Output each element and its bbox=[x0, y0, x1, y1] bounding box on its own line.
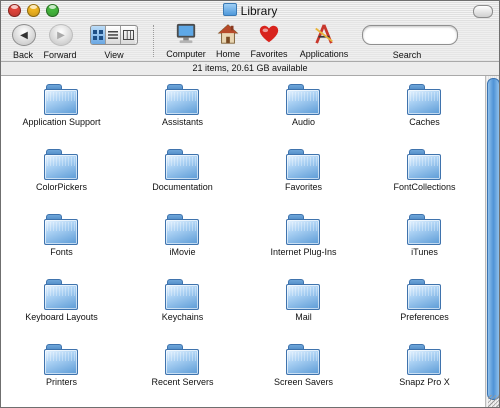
resize-grip[interactable] bbox=[488, 395, 499, 407]
folder-item[interactable]: Favorites bbox=[243, 141, 364, 206]
folder-item[interactable]: Application Support bbox=[1, 76, 122, 141]
heart-icon bbox=[259, 25, 279, 43]
computer-button[interactable]: Computer bbox=[166, 23, 206, 59]
folder-item[interactable]: ColorPickers bbox=[1, 141, 122, 206]
folder-icon bbox=[165, 149, 199, 180]
view-label: View bbox=[104, 50, 124, 60]
folder-label: Favorites bbox=[284, 182, 322, 192]
view-control: View bbox=[90, 25, 138, 60]
folder-icon bbox=[286, 149, 320, 180]
folder-icon bbox=[286, 84, 320, 115]
home-button[interactable]: Home bbox=[216, 23, 240, 59]
folder-icon bbox=[286, 279, 320, 310]
folder-icon bbox=[44, 214, 78, 245]
folder-icon bbox=[407, 214, 441, 245]
icon-grid: Application Support Assistants Audio Cac… bbox=[1, 76, 485, 401]
folder-icon bbox=[407, 279, 441, 310]
folder-item[interactable]: Assistants bbox=[122, 76, 243, 141]
status-text: 21 items, 20.61 GB available bbox=[192, 63, 308, 73]
forward-arrow-icon: ▶ bbox=[49, 24, 73, 46]
folder-label: Snapz Pro X bbox=[399, 377, 450, 387]
folder-content-area: Application Support Assistants Audio Cac… bbox=[1, 76, 485, 407]
folder-label: Screen Savers bbox=[273, 377, 334, 387]
folder-label: Mail bbox=[295, 312, 312, 322]
applications-label: Applications bbox=[299, 49, 349, 59]
folder-item[interactable]: Keychains bbox=[122, 271, 243, 336]
folder-label: Keyboard Layouts bbox=[25, 312, 98, 322]
folder-icon bbox=[407, 149, 441, 180]
title-bar[interactable]: Library bbox=[1, 1, 499, 22]
folder-item[interactable]: Snapz Pro X bbox=[364, 336, 485, 401]
folder-label: Caches bbox=[409, 117, 440, 127]
folder-icon bbox=[407, 344, 441, 375]
folder-item[interactable]: Screen Savers bbox=[243, 336, 364, 401]
folder-label: Recent Servers bbox=[151, 377, 214, 387]
folder-item[interactable]: Recent Servers bbox=[122, 336, 243, 401]
vertical-scrollbar[interactable] bbox=[485, 76, 499, 407]
folder-label: Audio bbox=[291, 117, 316, 127]
folder-item[interactable]: Printers bbox=[1, 336, 122, 401]
scrollbar-thumb[interactable] bbox=[487, 78, 499, 400]
folder-icon bbox=[286, 214, 320, 245]
folder-icon bbox=[407, 84, 441, 115]
folder-icon bbox=[44, 344, 78, 375]
home-icon bbox=[217, 24, 239, 44]
status-bar: 21 items, 20.61 GB available bbox=[1, 61, 499, 76]
folder-item[interactable]: Caches bbox=[364, 76, 485, 141]
folder-icon bbox=[165, 214, 199, 245]
applications-icon bbox=[315, 24, 333, 44]
folder-item[interactable]: Documentation bbox=[122, 141, 243, 206]
back-button[interactable]: ◀ Back bbox=[12, 24, 36, 60]
folder-icon bbox=[44, 279, 78, 310]
folder-icon bbox=[44, 84, 78, 115]
computer-icon bbox=[176, 23, 196, 44]
folder-icon bbox=[286, 344, 320, 375]
folder-icon bbox=[165, 279, 199, 310]
folder-item[interactable]: Preferences bbox=[364, 271, 485, 336]
folder-label: Fonts bbox=[50, 247, 73, 257]
folder-label: iTunes bbox=[411, 247, 438, 257]
folder-label: Preferences bbox=[400, 312, 449, 322]
list-lines-icon bbox=[108, 31, 118, 39]
folder-label: Documentation bbox=[152, 182, 213, 192]
folder-item[interactable]: Internet Plug-Ins bbox=[243, 206, 364, 271]
folder-item[interactable]: iMovie bbox=[122, 206, 243, 271]
folder-label: Application Support bbox=[22, 117, 101, 127]
columns-icon bbox=[122, 30, 134, 40]
favorites-button[interactable]: Favorites bbox=[250, 23, 288, 59]
folder-label: ColorPickers bbox=[35, 182, 87, 192]
folder-icon bbox=[165, 84, 199, 115]
icon-view-button[interactable] bbox=[91, 26, 106, 44]
folder-icon bbox=[222, 3, 237, 16]
icon-grid-icon bbox=[93, 30, 103, 40]
folder-item[interactable]: FontCollections bbox=[364, 141, 485, 206]
folder-icon bbox=[44, 149, 78, 180]
folder-label: Printers bbox=[45, 377, 77, 387]
folder-item[interactable]: Mail bbox=[243, 271, 364, 336]
folder-label: iMovie bbox=[169, 247, 196, 257]
window-title: Library bbox=[1, 3, 499, 18]
folder-label: Assistants bbox=[161, 117, 203, 127]
folder-item[interactable]: Keyboard Layouts bbox=[1, 271, 122, 336]
folder-icon bbox=[165, 344, 199, 375]
folder-item[interactable]: Audio bbox=[243, 76, 364, 141]
search-label: Search bbox=[392, 50, 422, 60]
folder-item[interactable]: Fonts bbox=[1, 206, 122, 271]
forward-button[interactable]: ▶ Forward bbox=[43, 24, 77, 60]
toolbar: ◀ Back ▶ Forward View Computer Home Favo… bbox=[1, 21, 499, 61]
folder-label: FontCollections bbox=[393, 182, 456, 192]
search-input[interactable] bbox=[362, 25, 458, 45]
folder-label: Keychains bbox=[161, 312, 204, 322]
folder-item[interactable]: iTunes bbox=[364, 206, 485, 271]
window-title-text: Library bbox=[240, 4, 278, 18]
back-arrow-icon: ◀ bbox=[12, 24, 36, 46]
finder-window: Library ◀ Back ▶ Forward View Computer H… bbox=[0, 0, 500, 408]
toolbar-toggle-button[interactable] bbox=[473, 5, 493, 18]
applications-button[interactable]: Applications bbox=[300, 23, 348, 59]
folder-label: Internet Plug-Ins bbox=[270, 247, 337, 257]
column-view-button[interactable] bbox=[121, 26, 135, 44]
list-view-button[interactable] bbox=[106, 26, 121, 44]
